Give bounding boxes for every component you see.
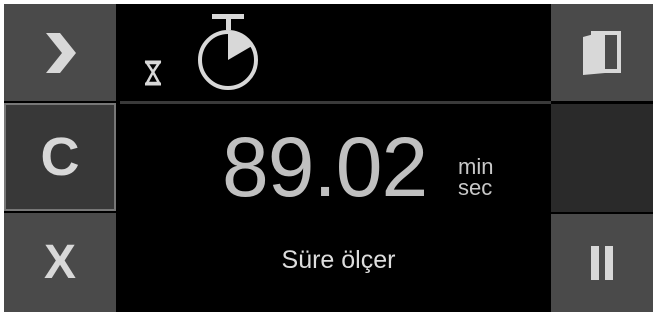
stopwatch-icon [198,14,258,90]
hourglass-icon [144,60,162,86]
timer-value: 89.02 [222,120,428,214]
c-letter-icon: C [40,127,80,187]
function-label: Süre ölçer [281,246,396,274]
unit-minutes: min [458,154,494,179]
mode-icons [136,12,276,92]
empty-slot [551,104,653,212]
pause-button[interactable] [551,214,653,312]
pause-icon [591,246,613,280]
exit-button[interactable] [551,4,653,101]
cancel-button[interactable]: X [4,213,116,312]
x-letter-icon: X [43,235,76,289]
door-exit-icon [583,30,621,75]
chevron-right-icon [46,32,76,73]
clear-button[interactable]: C [4,103,116,211]
header-divider [120,101,551,104]
unit-seconds: sec [458,175,493,200]
control-panel: C X 89.02 min sec Süre ölçer [4,4,653,312]
timer-units: min sec [458,154,518,200]
next-button[interactable] [4,4,116,101]
